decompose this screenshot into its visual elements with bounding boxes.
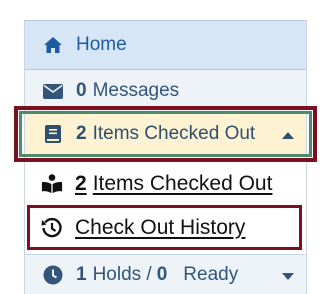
sub-items-label: Items Checked Out xyxy=(92,172,273,195)
holds-label: Holds / xyxy=(92,263,152,285)
messages-count: 0 xyxy=(76,80,87,101)
caret-down-icon xyxy=(282,264,294,286)
menu-item-holds[interactable]: 1 Holds / 0 Ready xyxy=(25,254,306,294)
menu-item-home[interactable]: Home xyxy=(25,20,306,70)
ready-label: Ready xyxy=(183,263,239,285)
reader-icon xyxy=(41,173,63,195)
focus-outline-checked-out xyxy=(19,111,312,157)
messages-label: Messages xyxy=(92,80,180,101)
home-label: Home xyxy=(76,34,127,55)
home-icon xyxy=(42,34,64,56)
submenu-item-checked-out[interactable]: 2 Items Checked Out xyxy=(25,165,306,203)
envelope-icon xyxy=(42,80,64,102)
ready-count: 0 xyxy=(156,263,168,285)
highlight-box-history xyxy=(27,205,302,250)
holds-count: 1 xyxy=(76,263,87,285)
clock-icon xyxy=(42,264,64,286)
sub-items-count: 2 xyxy=(75,172,87,195)
